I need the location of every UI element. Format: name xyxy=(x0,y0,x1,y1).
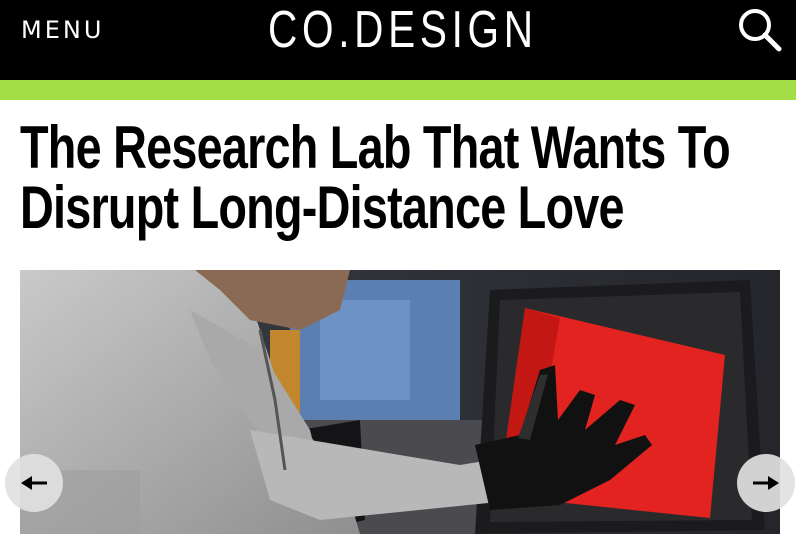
header-accent-bar xyxy=(0,80,796,100)
search-button[interactable] xyxy=(736,6,784,54)
site-header: MENU CO.DESIGN xyxy=(0,0,796,80)
hero-image[interactable] xyxy=(20,270,780,534)
article-headline: The Research Lab That Wants To Disrupt L… xyxy=(20,114,731,241)
arrow-left-icon xyxy=(21,476,47,490)
headline-line-1: The Research Lab That Wants To xyxy=(20,114,731,181)
search-icon xyxy=(739,9,782,52)
headline-line-2: Disrupt Long-Distance Love xyxy=(20,174,625,241)
arrow-right-icon xyxy=(753,476,779,490)
site-logo[interactable]: CO.DESIGN xyxy=(268,2,533,62)
gallery-prev-button[interactable] xyxy=(5,454,63,512)
menu-button[interactable]: MENU xyxy=(21,16,104,44)
hero-photo xyxy=(20,270,780,534)
gallery-next-button[interactable] xyxy=(737,454,795,512)
